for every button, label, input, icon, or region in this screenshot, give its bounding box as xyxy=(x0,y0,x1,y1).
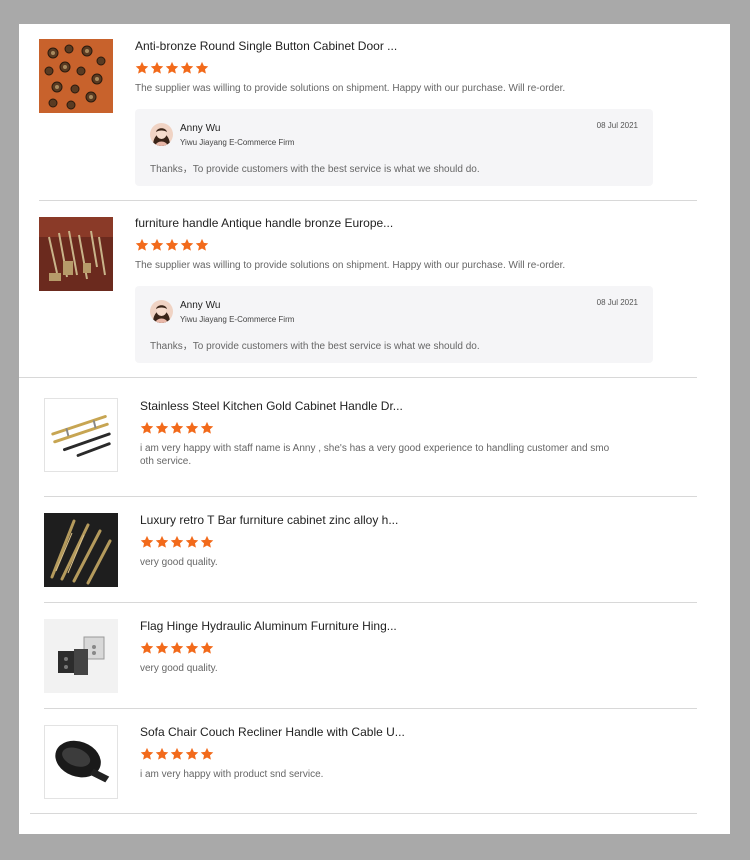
star-icon xyxy=(200,421,214,434)
star-icon xyxy=(165,238,179,251)
star-icon xyxy=(170,641,184,654)
star-icon xyxy=(170,535,184,548)
divider xyxy=(30,813,697,814)
rating-stars xyxy=(140,641,214,655)
star-icon xyxy=(150,238,164,251)
rating-stars xyxy=(135,238,209,252)
star-icon xyxy=(140,641,154,654)
review-product-title[interactable]: Stainless Steel Kitchen Gold Cabinet Han… xyxy=(140,399,403,413)
star-icon xyxy=(155,641,169,654)
star-icon xyxy=(135,238,149,251)
avatar xyxy=(150,300,173,323)
product-image-t-bar-handles[interactable] xyxy=(44,513,118,587)
star-icon xyxy=(200,747,214,760)
review-text: The supplier was willing to provide solu… xyxy=(135,260,566,271)
star-icon xyxy=(135,61,149,74)
supplier-reply: Anny Wu Yiwu Jiayang E-Commerce Firm 08 … xyxy=(135,286,653,363)
reply-company-name: Yiwu Jiayang E-Commerce Firm xyxy=(180,315,295,324)
review-text: i am very happy with product snd service… xyxy=(140,769,324,780)
review-product-title[interactable]: Sofa Chair Couch Recliner Handle with Ca… xyxy=(140,725,405,739)
reply-company-name: Yiwu Jiayang E-Commerce Firm xyxy=(180,138,295,147)
antique-handles-image xyxy=(39,217,113,291)
star-icon xyxy=(170,747,184,760)
star-icon xyxy=(155,747,169,760)
product-image-gold-bar-handles[interactable] xyxy=(44,398,118,472)
star-icon xyxy=(140,421,154,434)
review-item: Luxury retro T Bar furniture cabinet zin… xyxy=(19,497,730,603)
review-product-title[interactable]: Flag Hinge Hydraulic Aluminum Furniture … xyxy=(140,619,397,633)
product-image-bronze-knobs[interactable] xyxy=(39,39,113,113)
product-image-flag-hinge[interactable] xyxy=(44,619,118,693)
review-text: very good quality. xyxy=(140,663,218,674)
review-text-line: oth service. xyxy=(140,456,192,467)
product-image-recliner-handle[interactable] xyxy=(44,725,118,799)
review-item: Anti-bronze Round Single Button Cabinet … xyxy=(19,24,730,201)
gold-bar-handles-image xyxy=(45,399,117,471)
reply-author-name: Anny Wu xyxy=(180,123,221,134)
star-icon xyxy=(200,641,214,654)
rating-stars xyxy=(140,421,214,435)
review-product-title[interactable]: Luxury retro T Bar furniture cabinet zin… xyxy=(140,513,398,527)
product-image-antique-handles[interactable] xyxy=(39,217,113,291)
t-bar-handles-image xyxy=(44,513,118,587)
bronze-knobs-image xyxy=(39,39,113,113)
flag-hinge-image xyxy=(44,619,118,693)
star-icon xyxy=(185,535,199,548)
rating-stars xyxy=(140,535,214,549)
review-item: furniture handle Antique handle bronze E… xyxy=(19,201,730,378)
star-icon xyxy=(155,421,169,434)
star-icon xyxy=(180,61,194,74)
reply-author-name: Anny Wu xyxy=(180,300,221,311)
review-product-title[interactable]: Anti-bronze Round Single Button Cabinet … xyxy=(135,39,397,53)
review-item: Sofa Chair Couch Recliner Handle with Ca… xyxy=(19,709,730,821)
reviews-panel: Anti-bronze Round Single Button Cabinet … xyxy=(19,24,730,834)
star-icon xyxy=(185,747,199,760)
star-icon xyxy=(150,61,164,74)
star-icon xyxy=(170,421,184,434)
star-icon xyxy=(180,238,194,251)
avatar xyxy=(150,123,173,146)
rating-stars xyxy=(135,61,209,75)
star-icon xyxy=(185,641,199,654)
star-icon xyxy=(195,238,209,251)
reply-date: 08 Jul 2021 xyxy=(596,121,638,130)
star-icon xyxy=(155,535,169,548)
star-icon xyxy=(195,61,209,74)
review-item: Flag Hinge Hydraulic Aluminum Furniture … xyxy=(19,603,730,709)
star-icon xyxy=(165,61,179,74)
recliner-handle-image xyxy=(45,726,117,798)
star-icon xyxy=(185,421,199,434)
review-item: Stainless Steel Kitchen Gold Cabinet Han… xyxy=(19,378,730,497)
rating-stars xyxy=(140,747,214,761)
review-text: The supplier was willing to provide solu… xyxy=(135,83,566,94)
supplier-reply: Anny Wu Yiwu Jiayang E-Commerce Firm 08 … xyxy=(135,109,653,186)
review-text: very good quality. xyxy=(140,557,218,568)
reply-text: Thanks，To provide customers with the bes… xyxy=(150,341,480,352)
star-icon xyxy=(140,535,154,548)
review-product-title[interactable]: furniture handle Antique handle bronze E… xyxy=(135,216,393,230)
reply-date: 08 Jul 2021 xyxy=(596,298,638,307)
star-icon xyxy=(140,747,154,760)
review-text: i am very happy with staff name is Anny … xyxy=(140,442,640,468)
star-icon xyxy=(200,535,214,548)
reply-text: Thanks，To provide customers with the bes… xyxy=(150,164,480,175)
review-text-line: i am very happy with staff name is Anny … xyxy=(140,443,610,454)
